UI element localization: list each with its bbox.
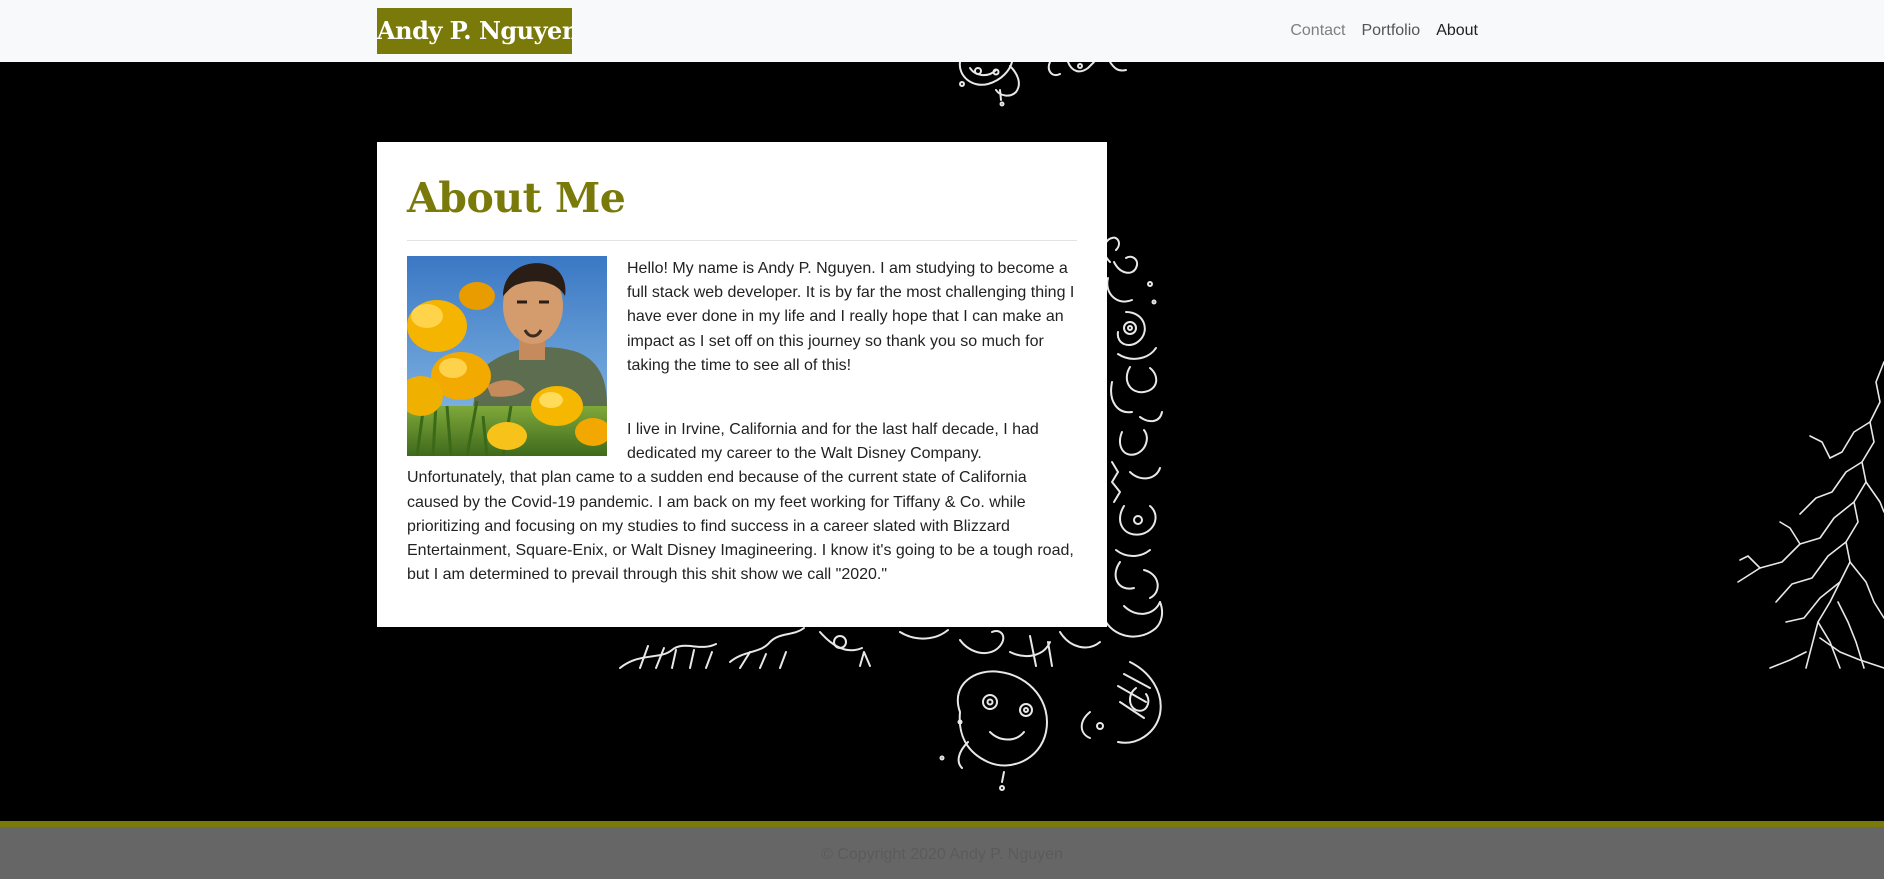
top-creature-art	[958, 62, 1127, 107]
right-column-creature-art	[1101, 236, 1164, 638]
page-title: About Me	[407, 174, 626, 222]
title-divider	[407, 240, 1077, 241]
nav-link-contact[interactable]: Contact	[1290, 22, 1345, 40]
footer-copyright: © Copyright 2020 Andy P. Nguyen	[821, 846, 1063, 863]
brand-logo-link[interactable]: Andy P. Nguyen	[377, 8, 572, 54]
nav-link-about[interactable]: About	[1436, 22, 1478, 40]
profile-photo	[407, 256, 607, 456]
footer: © Copyright 2020 Andy P. Nguyen	[0, 821, 1884, 879]
nav-links: Contact Portfolio About	[1274, 0, 1478, 62]
about-card: About Me Hello! My name is Andy P. Nguye…	[377, 142, 1107, 627]
lower-creature-face-art	[939, 661, 1162, 791]
navbar: Andy P. Nguyen Contact Portfolio About	[0, 0, 1884, 62]
nav-link-portfolio[interactable]: Portfolio	[1361, 22, 1420, 40]
bottom-strip-art	[619, 627, 1101, 669]
lightning-tree-art	[1737, 361, 1884, 669]
